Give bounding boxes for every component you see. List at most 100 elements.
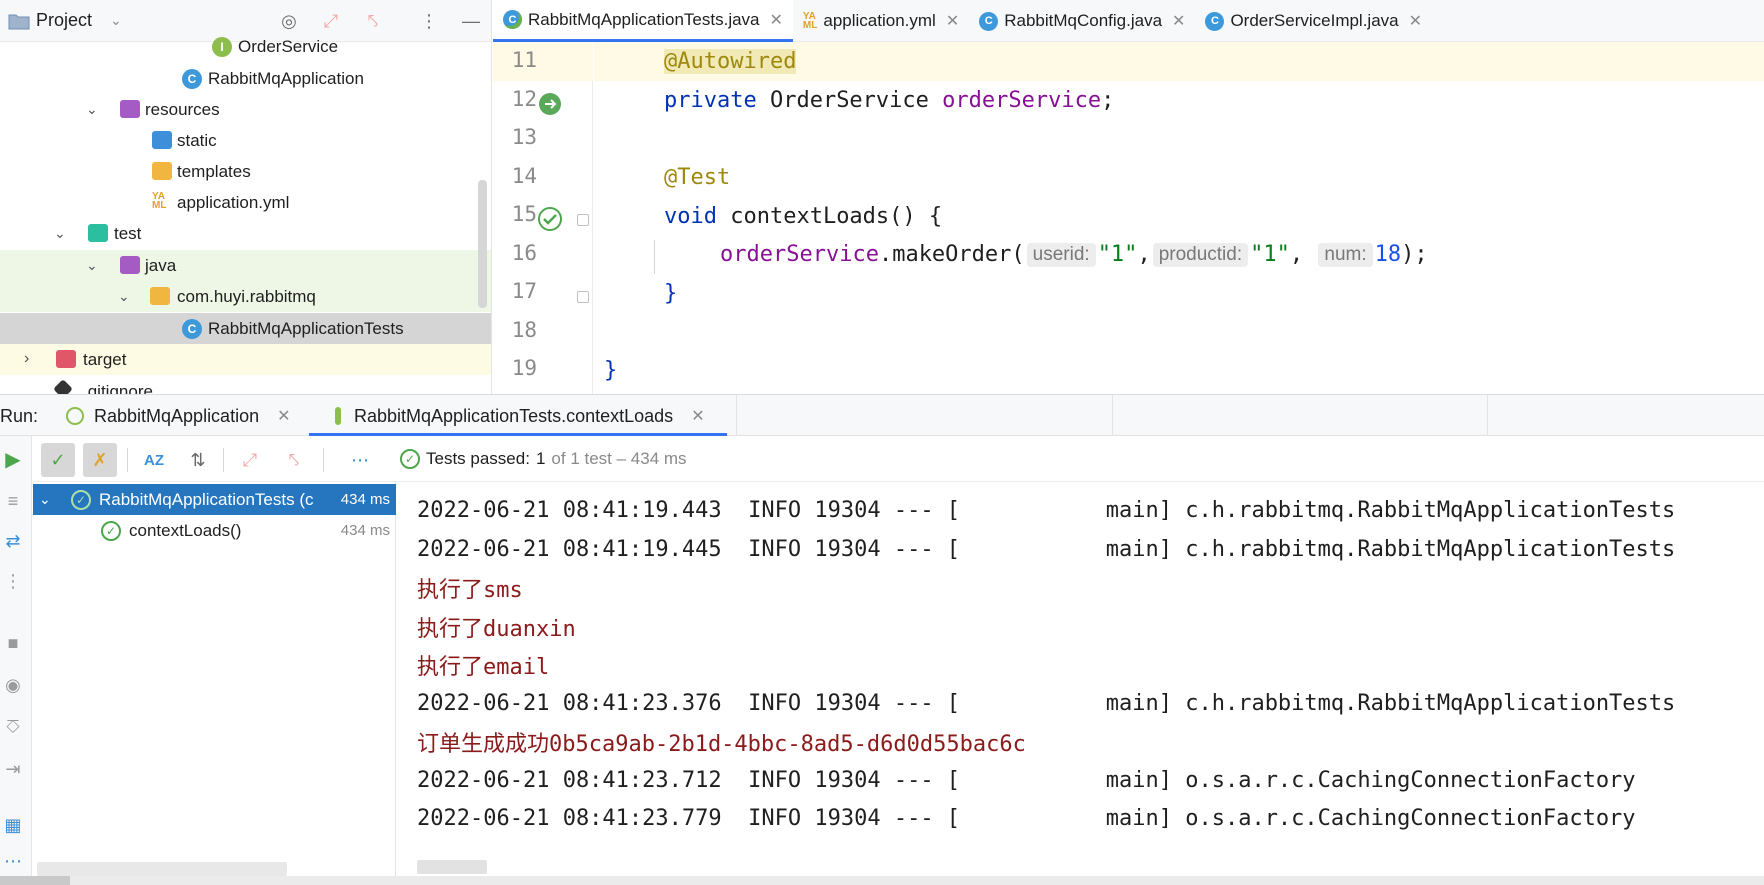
run-tab-application[interactable]: RabbitMqApplication ✕ xyxy=(64,395,291,437)
close-icon[interactable]: ✕ xyxy=(1172,11,1185,31)
code-line: } xyxy=(594,351,1764,390)
passed-check-icon: ✓ xyxy=(71,489,91,510)
chevron-right-icon: › xyxy=(24,350,30,367)
class-icon: C xyxy=(979,11,999,31)
tree-item-test[interactable]: ⌄ test xyxy=(0,218,491,249)
run-toolbar: ✓ ✗ AZ ⇅ ⤢ ⤣ ⋯ ✓ Tests passed: 1 of 1 te… xyxy=(33,436,1764,482)
more-icon[interactable]: ⋯ xyxy=(2,850,24,872)
tab-orderserviceimpl[interactable]: C OrderServiceImpl.java ✕ xyxy=(1195,0,1432,42)
tree-item-static[interactable]: static xyxy=(0,125,491,156)
tree-item-templates[interactable]: templates xyxy=(0,156,491,187)
close-icon[interactable]: ✕ xyxy=(946,11,959,31)
sort-by-duration-button[interactable]: ⇅ xyxy=(181,443,215,477)
tree-item-java[interactable]: ⌄ java xyxy=(0,250,491,281)
exit-icon[interactable]: ⇥ xyxy=(2,758,24,780)
tree-item-label: application.yml xyxy=(177,192,290,212)
tab-label: RabbitMqConfig.java xyxy=(1004,11,1163,30)
number-token: 18 xyxy=(1374,242,1402,267)
close-icon[interactable]: ✕ xyxy=(770,10,783,30)
more-options-icon[interactable]: ⋮ xyxy=(2,570,24,592)
tree-item-target[interactable]: › target xyxy=(0,344,491,375)
tree-item-rabbitmqapplication[interactable]: C RabbitMqApplication xyxy=(0,63,491,94)
keyword-token: private xyxy=(664,88,757,113)
tree-item-package[interactable]: ⌄ com.huyi.rabbitmq xyxy=(0,281,491,312)
collapse-all-button[interactable]: ⤣ xyxy=(277,443,311,477)
console-line: 2022-06-21 08:41:19.443 INFO 19304 --- [… xyxy=(417,498,1676,523)
excluded-folder-icon xyxy=(56,350,76,368)
passed-check-icon: ✓ xyxy=(400,449,420,469)
code-line: void contextLoads() { xyxy=(594,197,1764,236)
tree-item-application-yml[interactable]: YA ML application.yml xyxy=(0,187,491,218)
fold-icon[interactable] xyxy=(577,291,589,303)
console-line: 2022-06-21 08:41:23.376 INFO 19304 --- [… xyxy=(417,691,1676,716)
line-number: 13 xyxy=(511,125,537,149)
console-line: 2022-06-21 08:41:23.779 INFO 19304 --- [… xyxy=(417,806,1636,831)
layout-icon[interactable]: ▦ xyxy=(2,814,24,836)
punct-token: ; xyxy=(1101,88,1115,113)
resources-folder-icon xyxy=(120,100,140,118)
tab-rabbitmqconfig[interactable]: C RabbitMqConfig.java ✕ xyxy=(969,0,1195,42)
close-icon[interactable]: ✕ xyxy=(277,406,290,426)
parameter-hint: userid: xyxy=(1026,242,1096,267)
tree-item-rabbitmqapplicationtests[interactable]: C RabbitMqApplicationTests xyxy=(0,313,491,344)
project-title: Project xyxy=(36,10,93,30)
tab-divider xyxy=(1112,395,1113,437)
console-line: 2022-06-21 08:41:19.445 INFO 19304 --- [… xyxy=(417,537,1676,562)
parameter-hint: productid: xyxy=(1152,242,1249,267)
yml-file-icon: YA ML xyxy=(802,11,818,31)
string-token: "1" xyxy=(1250,242,1290,267)
stop-icon[interactable]: ■ xyxy=(2,632,24,654)
tests-passed-count: 1 xyxy=(535,449,546,468)
tree-item-resources[interactable]: ⌄ resources xyxy=(0,94,491,125)
run-tab-contextloads[interactable]: RabbitMqApplicationTests.contextLoads ✕ xyxy=(330,395,705,437)
camera-icon[interactable]: ◉ xyxy=(2,674,24,696)
show-passed-button[interactable]: ✓ xyxy=(41,443,75,477)
run-side-toolbar: ▶ ≡ ⇄ ⋮ ■ ◉ ⎏ ⇥ ▦ ⋯ xyxy=(0,436,32,885)
scrollbar-thumb[interactable] xyxy=(0,876,70,885)
editor-gutter: 11 12 13 14 15 16 17 18 19 xyxy=(493,42,593,394)
close-icon[interactable]: ✕ xyxy=(1409,11,1422,31)
console-scrollbar[interactable] xyxy=(417,860,487,874)
project-view-selector[interactable]: Project ⌄ xyxy=(8,10,122,31)
plug-icon[interactable]: ⎏ xyxy=(2,716,24,738)
chevron-down-icon: ⌄ xyxy=(54,225,66,241)
tab-rabbitmqapplicationtests[interactable]: C RabbitMqApplicationTests.java ✕ xyxy=(493,0,793,42)
close-icon[interactable]: ✕ xyxy=(691,406,704,426)
test-case-row[interactable]: ✓ contextLoads() 434 ms xyxy=(33,515,396,546)
tree-item-label: RabbitMqApplicationTests xyxy=(208,318,404,338)
navigate-to-bean-icon[interactable] xyxy=(537,91,563,117)
project-scrollbar[interactable] xyxy=(478,180,487,308)
expand-all-button[interactable]: ⤢ xyxy=(233,443,267,477)
test-duration: 434 ms xyxy=(340,522,390,539)
horizontal-scrollbar[interactable] xyxy=(0,876,1764,885)
tree-item-label: com.huyi.rabbitmq xyxy=(177,286,316,306)
console-output[interactable]: 2022-06-21 08:41:19.443 INFO 19304 --- [… xyxy=(397,482,1764,885)
more-actions-button[interactable]: ⋯ xyxy=(343,443,377,477)
rerun-icon[interactable]: ▶ xyxy=(2,448,24,471)
sort-alphabetically-button[interactable]: AZ xyxy=(137,443,171,477)
show-ignored-button[interactable]: ✗ xyxy=(83,443,117,477)
field-token: orderService xyxy=(720,242,879,267)
annotation-token: @Test xyxy=(664,165,731,190)
class-icon: C xyxy=(182,69,202,89)
interface-icon: I xyxy=(212,37,232,57)
test-tree-scrollbar[interactable] xyxy=(37,862,287,876)
run-tab-label: RabbitMqApplication xyxy=(94,405,260,426)
toggle-auto-test-icon[interactable]: ⇄ xyxy=(2,530,24,552)
line-number: 17 xyxy=(511,279,537,303)
tab-application-yml[interactable]: YA ML application.yml ✕ xyxy=(793,0,969,42)
folder-icon xyxy=(152,162,172,180)
method-decl-token: contextLoads() { xyxy=(716,204,943,229)
tree-item-gitignore[interactable]: .gitignore xyxy=(0,376,491,394)
tab-divider xyxy=(736,395,737,437)
console-line: 执行了sms xyxy=(417,577,523,603)
code-editor[interactable]: @Autowired private OrderService orderSer… xyxy=(594,42,1764,394)
run-test-passed-icon[interactable] xyxy=(537,206,563,232)
tree-item-orderservice[interactable]: I OrderService xyxy=(0,31,491,62)
fold-icon[interactable] xyxy=(577,214,589,226)
tree-item-label: target xyxy=(83,349,127,369)
run-label: Run: xyxy=(0,405,39,426)
test-duration: 434 ms xyxy=(340,491,390,508)
test-suite-row[interactable]: ⌄ ✓ RabbitMqApplicationTests (c 434 ms xyxy=(33,484,396,515)
rerun-failed-icon[interactable]: ≡ xyxy=(2,490,24,512)
